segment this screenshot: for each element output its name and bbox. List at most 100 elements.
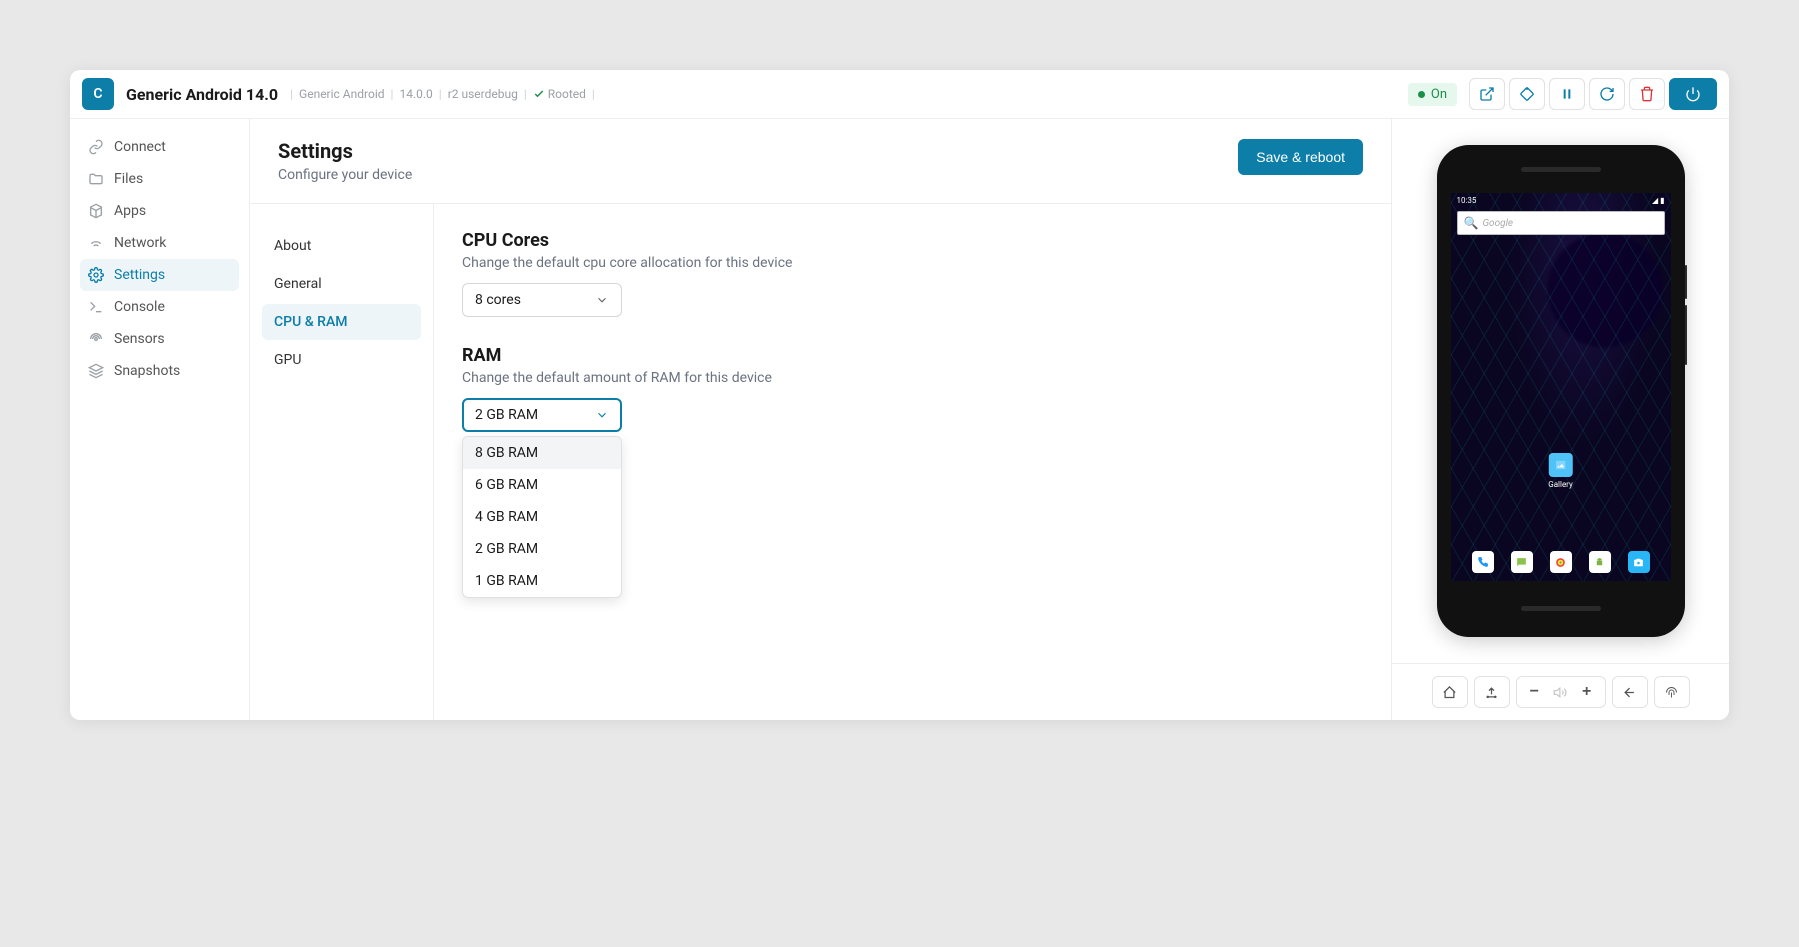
rooted-badge: Rooted [533, 87, 586, 101]
app-window: C Generic Android 14.0 | Generic Android… [70, 70, 1729, 720]
sidebar-item-apps[interactable]: Apps [70, 195, 249, 227]
gallery-label: Gallery [1548, 480, 1573, 489]
cpu-select-value: 8 cores [475, 292, 521, 308]
power-icon [1685, 86, 1701, 102]
tab-gpu[interactable]: GPU [262, 342, 421, 378]
ram-section: RAM Change the default amount of RAM for… [462, 345, 1363, 432]
dock-messages-icon[interactable] [1511, 551, 1533, 573]
rooted-label: Rooted [548, 87, 586, 101]
cpu-select[interactable]: 8 cores [462, 283, 622, 317]
device-version: 14.0.0 [399, 87, 432, 101]
dock-android-icon[interactable] [1589, 551, 1611, 573]
preview-toolbar: − + [1392, 663, 1729, 720]
device-type: Generic Android [299, 87, 384, 101]
chevron-down-icon [595, 293, 609, 307]
sidebar-item-network[interactable]: Network [70, 227, 249, 259]
rotate-icon [1519, 86, 1535, 102]
wifi-icon [88, 235, 104, 251]
sidebar-item-label: Console [114, 299, 165, 315]
sidebar-item-label: Snapshots [114, 363, 180, 379]
plus-icon: + [1582, 683, 1591, 701]
ram-option[interactable]: 8 GB RAM [463, 437, 621, 469]
main: Settings Configure your device Save & re… [250, 119, 1391, 720]
ram-dropdown-menu: 8 GB RAM 6 GB RAM 4 GB RAM 2 GB RAM 1 GB… [462, 436, 622, 598]
delete-button[interactable] [1629, 78, 1665, 110]
cpu-title: CPU Cores [462, 230, 1363, 251]
sidebar-item-files[interactable]: Files [70, 163, 249, 195]
dock-camera-icon[interactable] [1628, 551, 1650, 573]
page-body: About General CPU & RAM GPU CPU Cores Ch… [250, 204, 1391, 720]
app-gallery[interactable]: Gallery [1548, 453, 1573, 489]
sidebar-item-label: Files [114, 171, 143, 187]
sidebar-item-settings[interactable]: Settings [80, 259, 239, 291]
home-icon [1442, 685, 1457, 700]
dock-app-icon[interactable] [1550, 551, 1572, 573]
ram-title: RAM [462, 345, 1363, 366]
tab-cpu-ram[interactable]: CPU & RAM [262, 304, 421, 340]
ram-option[interactable]: 1 GB RAM [463, 565, 621, 597]
device-preview: 10:35 ◢ ▮ 🔍 Google Gallery [1391, 119, 1729, 720]
phone-screen[interactable]: 10:35 ◢ ▮ 🔍 Google Gallery [1451, 193, 1671, 581]
phone-search[interactable]: 🔍 Google [1457, 211, 1665, 235]
pause-button[interactable] [1549, 78, 1585, 110]
sidebar: Connect Files Apps Network Settings Cons… [70, 119, 250, 720]
sidebar-item-label: Network [114, 235, 166, 251]
arrow-left-icon [1622, 685, 1637, 700]
settings-tabs: About General CPU & RAM GPU [250, 204, 434, 720]
ram-select-value: 2 GB RAM [475, 407, 538, 423]
title-group: Generic Android 14.0 [126, 85, 278, 104]
titlebar: C Generic Android 14.0 | Generic Android… [70, 70, 1729, 119]
device-build: r2 userdebug [448, 87, 518, 101]
external-link-icon [1479, 86, 1495, 102]
phone-status-icons: ◢ ▮ [1652, 196, 1665, 205]
check-icon [533, 88, 545, 100]
ram-option[interactable]: 2 GB RAM [463, 533, 621, 565]
app-icon: C [82, 78, 114, 110]
sidebar-item-label: Apps [114, 203, 146, 219]
ram-option[interactable]: 6 GB RAM [463, 469, 621, 501]
save-reboot-button[interactable]: Save & reboot [1238, 139, 1363, 175]
home-button[interactable] [1432, 676, 1468, 708]
status-dot-icon [1418, 91, 1425, 98]
trash-icon [1639, 86, 1655, 102]
power-button[interactable] [1669, 78, 1717, 110]
fingerprint-icon [1664, 685, 1679, 700]
ram-option[interactable]: 4 GB RAM [463, 501, 621, 533]
toolbar [1469, 78, 1717, 110]
volume-controls[interactable]: − + [1516, 676, 1606, 708]
phone-frame: 10:35 ◢ ▮ 🔍 Google Gallery [1437, 145, 1685, 637]
ram-dropdown: 2 GB RAM 8 GB RAM 6 GB RAM 4 GB RAM 2 GB… [462, 398, 1363, 432]
sidebar-item-connect[interactable]: Connect [70, 131, 249, 163]
device-title: Generic Android 14.0 [126, 85, 278, 104]
minus-icon: − [1530, 683, 1539, 701]
search-icon: 🔍 [1464, 216, 1479, 230]
page-header: Settings Configure your device Save & re… [250, 119, 1391, 204]
ram-desc: Change the default amount of RAM for thi… [462, 370, 1363, 386]
sidebar-item-console[interactable]: Console [70, 291, 249, 323]
status-label: On [1431, 87, 1447, 102]
dock-phone-icon[interactable] [1472, 551, 1494, 573]
sidebar-item-sensors[interactable]: Sensors [70, 323, 249, 355]
back-button[interactable] [1612, 676, 1648, 708]
phone-search-placeholder: Google [1482, 218, 1513, 229]
content: CPU Cores Change the default cpu core al… [434, 204, 1391, 720]
title-meta: | Generic Android | 14.0.0 | r2 userdebu… [290, 87, 595, 101]
link-icon [88, 139, 104, 155]
refresh-button[interactable] [1589, 78, 1625, 110]
phone-wrap: 10:35 ◢ ▮ 🔍 Google Gallery [1392, 119, 1729, 663]
sidebar-item-snapshots[interactable]: Snapshots [70, 355, 249, 387]
upload-button[interactable] [1474, 676, 1510, 708]
tab-about[interactable]: About [262, 228, 421, 264]
fingerprint-button[interactable] [1654, 676, 1690, 708]
sidebar-item-label: Sensors [114, 331, 165, 347]
terminal-icon [88, 299, 104, 315]
chevron-down-icon [595, 408, 609, 422]
rotate-button[interactable] [1509, 78, 1545, 110]
cpu-desc: Change the default cpu core allocation f… [462, 255, 1363, 271]
page-subtitle: Configure your device [278, 167, 412, 183]
phone-statusbar: 10:35 ◢ ▮ [1451, 193, 1671, 208]
open-external-button[interactable] [1469, 78, 1505, 110]
gallery-icon [1549, 453, 1573, 477]
tab-general[interactable]: General [262, 266, 421, 302]
ram-select[interactable]: 2 GB RAM [462, 398, 622, 432]
